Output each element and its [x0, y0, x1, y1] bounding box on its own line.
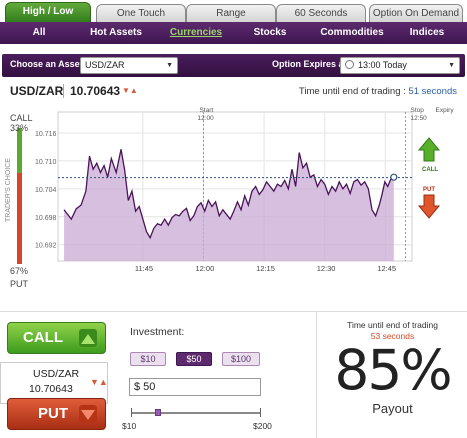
put-percent: 67%	[10, 266, 29, 276]
expiry-select-value: 13:00 Today	[358, 60, 407, 70]
slider-handle[interactable]	[155, 409, 161, 416]
amount-100-button[interactable]: $100	[222, 352, 260, 366]
expiry-select[interactable]: 13:00 Today ▼	[340, 57, 460, 74]
tab-option-on-demand[interactable]: Option On Demand	[369, 4, 463, 23]
amount-50-button[interactable]: $50	[176, 352, 212, 366]
start-label: Start	[199, 107, 213, 114]
investment-slider[interactable]	[131, 408, 261, 417]
x-tick-label: 12:15	[256, 264, 275, 273]
slider-min-tick	[131, 408, 132, 417]
chart-call-label: CALL	[422, 167, 438, 173]
call-button[interactable]: CALL	[7, 322, 106, 354]
price-direction-icon: ▼▲	[122, 86, 138, 95]
current-asset: USD/ZAR	[10, 84, 64, 98]
call-arrow-icon	[417, 137, 441, 162]
divider	[63, 84, 64, 98]
stop-label: Stop	[411, 107, 425, 114]
chart-put-label: PUT	[423, 187, 435, 193]
x-tick-label: 11:45	[135, 264, 153, 273]
quote-asset: USD/ZAR	[33, 368, 80, 380]
nav-hot-assets[interactable]: Hot Assets	[84, 22, 148, 44]
y-tick-label: 10.704	[35, 187, 57, 194]
category-nav: All Hot Assets Currencies Stocks Commodi…	[0, 22, 467, 44]
slider-min-label: $10	[122, 421, 137, 431]
current-price: 10.70643	[70, 84, 121, 98]
x-tick-label: 12:45	[377, 264, 396, 273]
chevron-down-icon: ▼	[166, 62, 173, 69]
price-header: USD/ZAR 10.70643 ▼▲ Time until end of tr…	[0, 80, 467, 100]
nav-stocks[interactable]: Stocks	[248, 22, 292, 44]
sentiment-call-bar	[17, 128, 22, 173]
time-left-prefix: Time until end of trading :	[298, 86, 406, 97]
put-label: PUT	[10, 279, 28, 289]
price-direction-icon: ▼▲	[90, 377, 108, 387]
start-time: 12:00	[197, 115, 214, 122]
y-tick-label: 10.710	[35, 159, 57, 166]
x-tick-label: 12:00	[195, 264, 214, 273]
time-until-end: Time until end of trading : 51 seconds	[299, 86, 457, 97]
traders-choice-label: TRADER'S CHOICE	[5, 158, 12, 222]
amount-10-button[interactable]: $10	[130, 352, 166, 366]
payout-panel: Time until end of trading 53 seconds 85%…	[316, 312, 467, 438]
time-left-value: 51 seconds	[408, 86, 457, 97]
quote-price: 10.70643	[29, 383, 73, 395]
x-tick-label: 12:30	[317, 264, 336, 273]
investment-input[interactable]: $ 50	[129, 378, 261, 396]
arrow-down-icon	[79, 405, 97, 423]
call-button-label: CALL	[23, 329, 63, 346]
call-percent: 33%	[10, 123, 29, 133]
asset-select-value: USD/ZAR	[85, 60, 125, 70]
nav-indices[interactable]: Indices	[404, 22, 450, 44]
payout-percent: 85%	[334, 338, 452, 402]
chart-svg: 10.716 10.710 10.704 10.698 10.692 11:45 12:00…	[17, 107, 455, 273]
payout-time-label: Time until end of trading	[347, 320, 438, 330]
asset-select[interactable]: USD/ZAR ▼	[80, 57, 178, 74]
trade-panel: CALL USD/ZAR 10.70643 ▼▲ PUT Investment:…	[0, 311, 467, 438]
nav-commodities[interactable]: Commodities	[316, 22, 388, 44]
put-arrow-icon	[417, 194, 441, 219]
clock-icon	[345, 60, 354, 69]
current-price-dot	[390, 173, 398, 181]
put-button-label: PUT	[38, 405, 68, 422]
price-chart: 10.716 10.710 10.704 10.698 10.692 11:45 12:00…	[0, 104, 467, 290]
arrow-up-icon	[79, 329, 97, 347]
y-tick-label: 10.692	[35, 243, 57, 250]
payout-label: Payout	[372, 401, 413, 416]
call-label: CALL	[10, 113, 33, 123]
nav-all[interactable]: All	[22, 22, 56, 44]
chevron-down-icon: ▼	[448, 62, 455, 69]
slider-max-label: $200	[253, 421, 272, 431]
y-tick-label: 10.698	[35, 215, 57, 222]
tab-range[interactable]: Range	[186, 4, 276, 23]
tab-one-touch[interactable]: One Touch	[96, 4, 186, 23]
option-type-tabs: High / Low One Touch Range 60 Seconds Op…	[0, 0, 467, 23]
expiry-label: Expiry	[436, 107, 455, 114]
tab-high-low[interactable]: High / Low	[5, 2, 91, 23]
sentiment-put-bar	[17, 172, 22, 264]
nav-currencies[interactable]: Currencies	[164, 22, 228, 44]
expiry-select-label: Option Expires at:	[272, 59, 350, 69]
investment-label: Investment:	[130, 326, 185, 338]
tab-60-seconds[interactable]: 60 Seconds	[276, 4, 366, 23]
slider-max-tick	[260, 408, 261, 417]
asset-bar: Choose an Asset: USD/ZAR ▼ Option Expire…	[2, 54, 465, 77]
asset-select-label: Choose an Asset:	[10, 59, 86, 69]
stop-time: 12:50	[411, 115, 428, 122]
put-button[interactable]: PUT	[7, 398, 106, 430]
y-tick-label: 10.716	[35, 131, 57, 138]
